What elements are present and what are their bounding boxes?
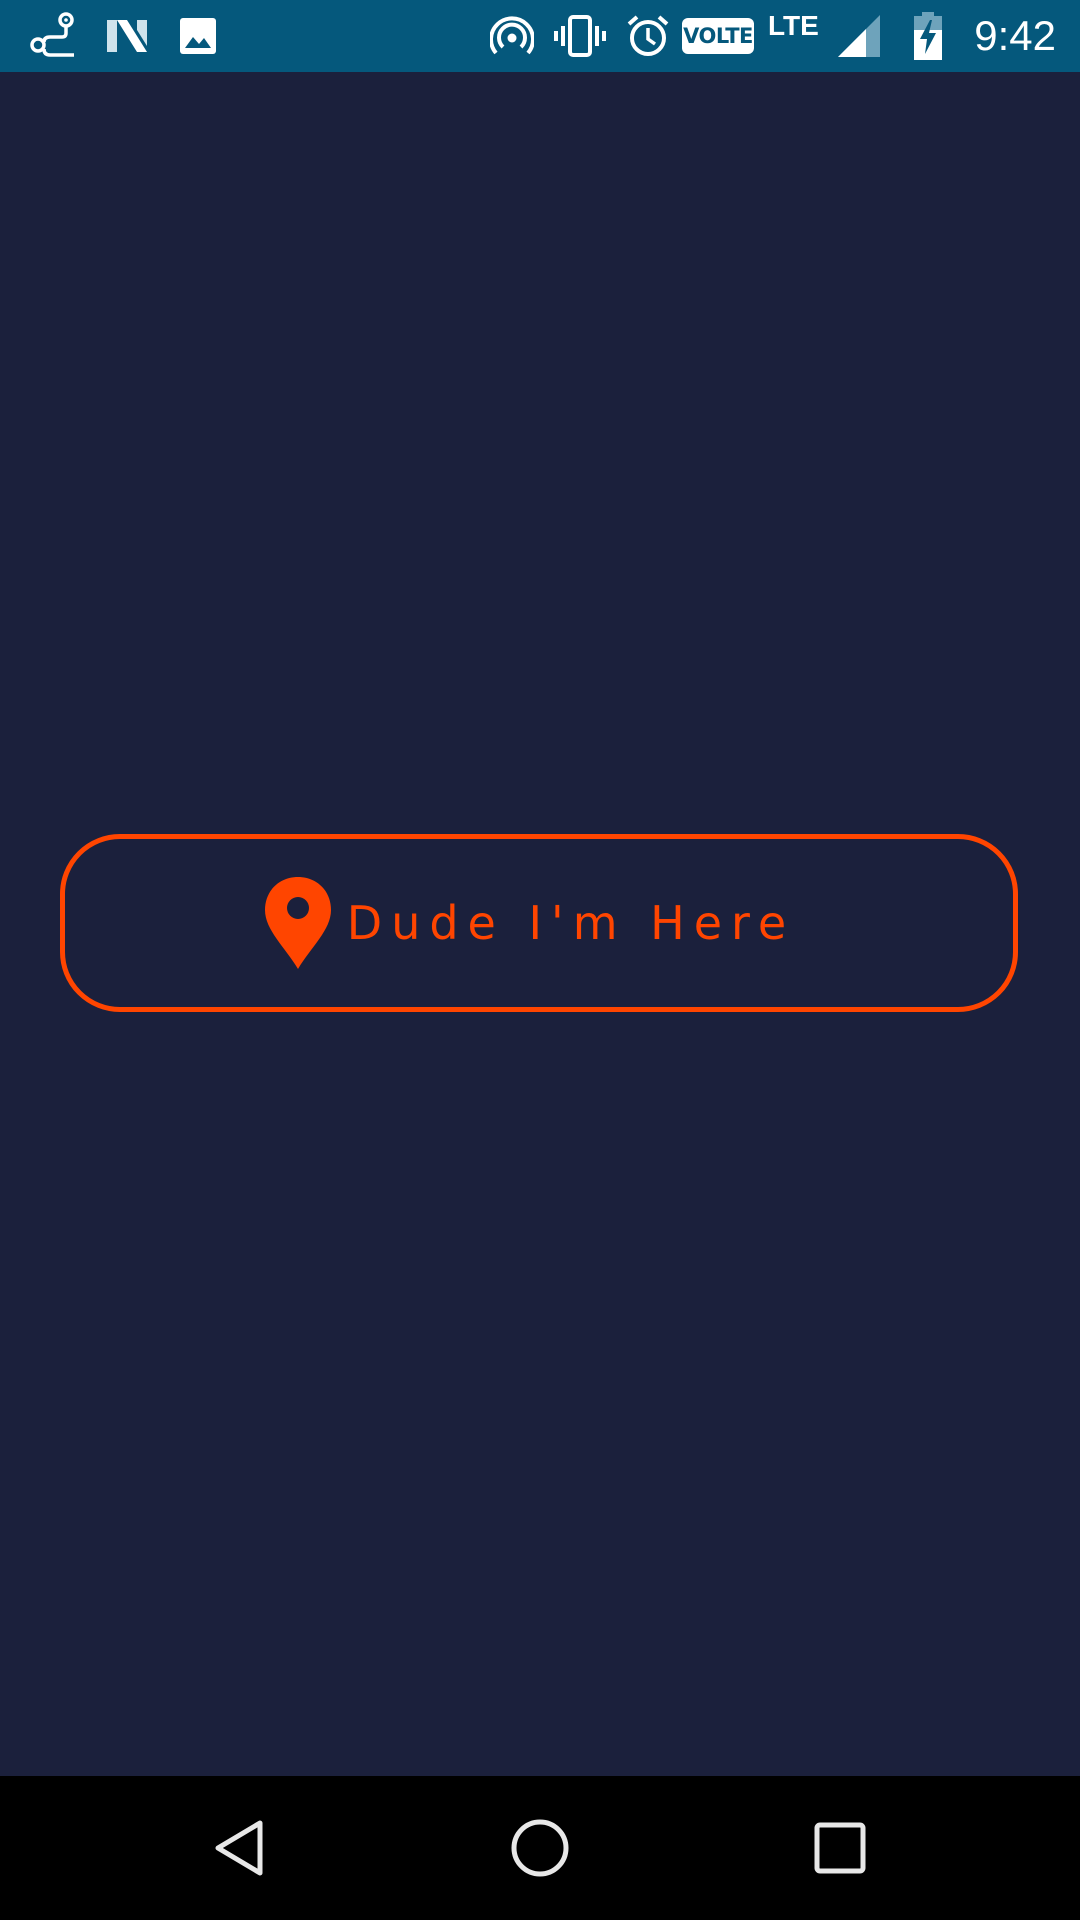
status-bar: VOLTE LTE 9:42 [0, 0, 1080, 72]
recents-icon [814, 1822, 866, 1874]
button-label: Dude I'm Here [346, 896, 796, 950]
dude-im-here-button[interactable]: Dude I'm Here [60, 834, 1018, 1012]
home-icon [511, 1819, 569, 1877]
app-screen: VOLTE LTE 9:42 Dude I'm Here [0, 0, 1080, 1920]
hotspot-icon [488, 0, 536, 72]
navigation-bar [0, 1776, 1080, 1920]
home-button[interactable] [470, 1776, 610, 1920]
vibrate-icon [552, 0, 608, 72]
n-logo-icon [102, 0, 152, 72]
location-pin-icon [264, 877, 331, 969]
battery-charging-icon [910, 0, 946, 72]
network-type: LTE [768, 10, 819, 41]
clock: 9:42 [974, 12, 1056, 59]
signal-icon [836, 0, 882, 72]
volte-badge: VOLTE [682, 18, 754, 54]
back-icon [215, 1820, 263, 1876]
alarm-icon [624, 0, 672, 72]
back-button[interactable] [170, 1776, 310, 1920]
image-icon [176, 0, 220, 72]
button-content: Dude I'm Here [263, 875, 795, 971]
recents-button[interactable] [770, 1776, 910, 1920]
route-icon [26, 0, 80, 72]
